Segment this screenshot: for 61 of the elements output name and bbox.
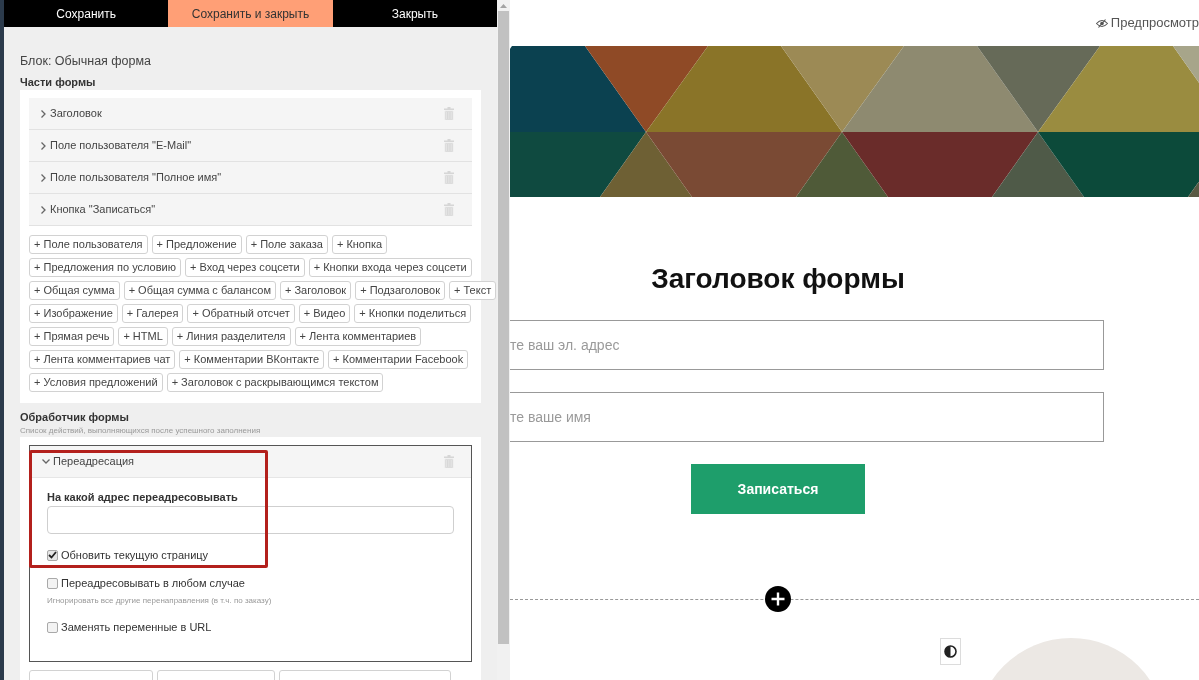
add-part-button[interactable]: + HTML — [118, 327, 168, 346]
add-part-button[interactable]: + Заголовок — [280, 281, 352, 300]
preview-link[interactable]: Предпросмотр — [1095, 13, 1199, 33]
block-title: Блок: Обычная форма — [20, 54, 153, 68]
contrast-icon — [944, 645, 957, 658]
trash-icon[interactable] — [444, 171, 454, 184]
add-part-button[interactable]: + Изображение — [29, 304, 118, 323]
checkbox[interactable] — [47, 621, 58, 633]
add-part-button[interactable]: + Поле заказа — [245, 235, 328, 254]
hint-text: Игнорировать все другие перенаправления (в т.ч. по заказу) — [47, 596, 273, 606]
add-part-button[interactable]: + Комментарии ВКонтакте — [179, 350, 325, 369]
url-input-field[interactable] — [47, 506, 454, 534]
add-part-button[interactable]: + Линия разделителя — [171, 327, 291, 346]
trash-icon[interactable] — [444, 107, 454, 120]
add-part-button[interactable]: + Предложение — [151, 235, 242, 254]
add-part-button[interactable]: + Текст — [449, 281, 497, 300]
add-part-button[interactable]: + Прямая речь — [29, 327, 115, 346]
section-title: Части формы — [20, 76, 97, 89]
add-part-button[interactable]: + Условия предложений — [29, 373, 163, 392]
add-part-button[interactable]: + Кнопка — [331, 235, 388, 254]
scroll-up-arrow-icon[interactable] — [500, 4, 507, 8]
add-part-button[interactable]: + Комментарии Facebook — [328, 350, 469, 369]
checkbox[interactable] — [47, 577, 58, 589]
add-part-button[interactable]: + Лента комментариев чат — [29, 350, 176, 369]
accordion-item[interactable]: Кнопка "Записаться" — [29, 194, 472, 226]
add-part-button[interactable]: + Общая сумма с балансом — [123, 281, 276, 300]
checkbox-label: Переадресовывать в любом случае — [61, 575, 245, 591]
checkbox-label: Заменять переменные в URL — [61, 619, 212, 635]
accordion-item[interactable]: Заголовок — [29, 98, 472, 130]
add-block-icon[interactable] — [765, 586, 791, 612]
text-input-field[interactable]: те ваш эл. адрес — [510, 320, 1104, 370]
trash-icon[interactable] — [444, 455, 454, 468]
add-part-button[interactable]: + Поле пользователя — [29, 235, 148, 254]
add-part-button[interactable]: + Вход через соцсети — [184, 258, 305, 277]
add-part-button[interactable]: + Подзаголовок — [355, 281, 445, 300]
text-input-field[interactable]: те ваше имя — [510, 392, 1104, 442]
add-part-button[interactable]: + Предложения по условию — [29, 258, 181, 277]
field-label: На какой адрес переадресовывать — [47, 491, 239, 504]
add-part-button[interactable]: + Галерея — [121, 304, 184, 323]
trash-icon[interactable] — [444, 139, 454, 152]
add-part-button[interactable]: + Общая сумма — [29, 281, 120, 300]
toolbar-button[interactable]: Сохранить и закрыть — [168, 0, 333, 27]
accordion-item[interactable]: Поле пользователя "E-Mail" — [29, 130, 472, 162]
scrollbar-thumb[interactable] — [498, 11, 509, 644]
trash-icon[interactable] — [444, 203, 454, 216]
add-part-button[interactable]: + Заголовок с раскрывающимся текстом — [166, 373, 384, 392]
eye-icon — [1095, 18, 1108, 28]
form-heading: Заголовок формы — [651, 262, 905, 296]
add-part-button[interactable]: + Обратный отсчет — [187, 304, 295, 323]
section-subtitle: Список действий, выполняющихся после успешного заполнения — [20, 426, 262, 436]
contrast-button[interactable] — [940, 638, 961, 665]
accordion-item[interactable]: Переадресация — [30, 446, 471, 478]
checkbox-label: Обновить текущую страницу — [61, 547, 209, 563]
add-part-button[interactable]: + Кнопки входа через соцсети — [308, 258, 472, 277]
add-part-button[interactable]: + Видео — [298, 304, 351, 323]
checkmark-icon — [48, 551, 57, 559]
add-part-button[interactable]: + Кнопки поделиться — [354, 304, 472, 323]
section-title: Обработчик формы — [20, 411, 130, 424]
checkbox[interactable] — [47, 549, 58, 561]
accordion-item[interactable]: Поле пользователя "Полное имя" — [29, 162, 472, 194]
add-part-button[interactable]: + Лента комментариев — [294, 327, 422, 346]
